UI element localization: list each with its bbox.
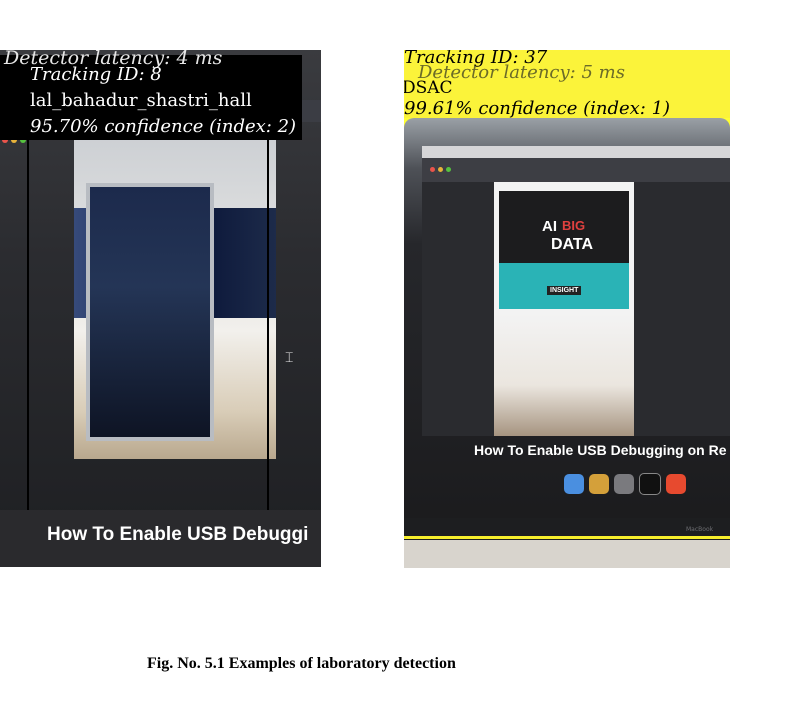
preview-toolbar — [422, 158, 730, 182]
finder-icon — [564, 474, 584, 494]
class-label-text: DSAC — [404, 78, 453, 98]
screen-video-caption: How To Enable USB Debuggi — [47, 524, 309, 545]
terminal-icon — [639, 473, 661, 495]
minimize-dot-icon — [438, 167, 443, 172]
maximize-dot-icon — [446, 167, 451, 172]
confidence-text: 95.70% confidence (index: 2) — [30, 116, 297, 137]
screen-video-caption: How To Enable USB Debugging on Re — [474, 442, 727, 458]
mac-dock — [564, 473, 691, 505]
text-cursor-icon: ⌶ — [285, 350, 294, 366]
close-dot-icon — [430, 167, 435, 172]
confidence-text: 99.61% confidence (index: 1) — [404, 98, 671, 119]
mac-menubar — [422, 146, 730, 158]
laptop-brand: MacBook — [686, 526, 714, 533]
class-label-text: lal_bahadur_shastri_hall — [30, 90, 252, 111]
detection-bounding-box — [404, 536, 730, 539]
right-detection-photo: Tracking ID: 37 Detector latency: 5 ms D… — [404, 50, 730, 568]
brave-icon — [666, 474, 686, 494]
left-detection-photo: LAL BAHADUR SHASTRI HALL Detector latenc… — [0, 50, 321, 567]
poster-big-text: BIG — [562, 218, 586, 233]
poster-data-text: DATA — [551, 236, 594, 253]
poster-insight-text: INSIGHT — [547, 286, 582, 295]
figure-caption: Fig. No. 5.1 Examples of laboratory dete… — [147, 655, 456, 672]
launchpad-icon — [589, 474, 609, 494]
desk-surface — [404, 540, 730, 568]
poster-ai-text: AI — [542, 218, 557, 235]
settings-icon — [614, 474, 634, 494]
tracking-id-text: Tracking ID: 8 — [30, 64, 162, 85]
